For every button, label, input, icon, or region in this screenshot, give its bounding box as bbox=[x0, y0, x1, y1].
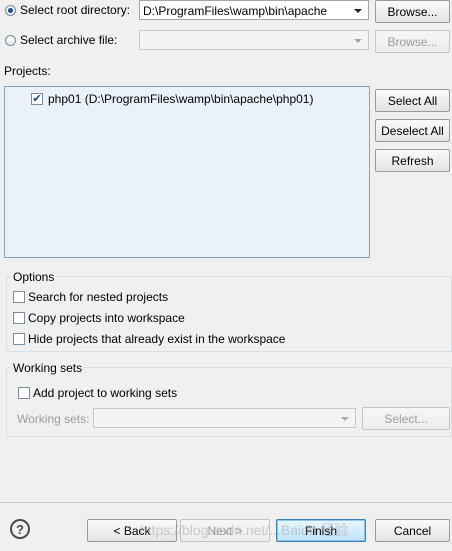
projects-label: Projects: bbox=[4, 64, 51, 78]
browse-archive-button[interactable]: Browse... bbox=[375, 30, 450, 53]
project-label: php01 (D:\ProgramFiles\wamp\bin\apache\p… bbox=[48, 92, 314, 106]
select-working-sets-button[interactable]: Select... bbox=[362, 407, 450, 430]
select-all-button[interactable]: Select All bbox=[375, 89, 450, 112]
list-item[interactable]: ✔ php01 (D:\ProgramFiles\wamp\bin\apache… bbox=[5, 90, 369, 108]
refresh-button[interactable]: Refresh bbox=[375, 149, 450, 172]
archive-file-radio[interactable] bbox=[5, 35, 16, 46]
cancel-button[interactable]: Cancel bbox=[375, 519, 450, 542]
footer-divider bbox=[0, 502, 452, 503]
archive-file-combo[interactable] bbox=[139, 30, 369, 50]
nested-projects-label: Search for nested projects bbox=[28, 290, 169, 304]
working-sets-title: Working sets bbox=[11, 361, 85, 375]
watermark: https://blog.csdn.net/...Baidu 经验 bbox=[140, 522, 349, 538]
root-directory-radio[interactable] bbox=[5, 5, 16, 16]
hide-existing-label: Hide projects that already exist in the … bbox=[28, 332, 286, 346]
chevron-down-icon bbox=[354, 39, 362, 43]
chevron-down-icon bbox=[354, 9, 362, 13]
chevron-down-icon bbox=[341, 417, 349, 421]
root-directory-value: D:\ProgramFiles\wamp\bin\apache bbox=[143, 4, 328, 18]
add-to-working-sets-label: Add project to working sets bbox=[33, 386, 178, 400]
copy-projects-checkbox[interactable] bbox=[13, 312, 25, 324]
deselect-all-button[interactable]: Deselect All bbox=[375, 119, 450, 142]
working-sets-label: Working sets: bbox=[17, 412, 90, 426]
help-icon[interactable]: ? bbox=[10, 519, 30, 539]
options-title: Options bbox=[11, 270, 57, 284]
projects-list[interactable]: ✔ php01 (D:\ProgramFiles\wamp\bin\apache… bbox=[4, 86, 370, 258]
hide-existing-checkbox[interactable] bbox=[13, 333, 25, 345]
add-to-working-sets-checkbox[interactable] bbox=[18, 387, 30, 399]
project-checkbox[interactable]: ✔ bbox=[31, 93, 43, 105]
working-sets-combo[interactable] bbox=[93, 408, 356, 428]
browse-root-button[interactable]: Browse... bbox=[375, 0, 450, 23]
root-directory-label: Select root directory: bbox=[20, 3, 131, 17]
nested-projects-checkbox[interactable] bbox=[13, 291, 25, 303]
copy-projects-label: Copy projects into workspace bbox=[28, 311, 185, 325]
root-directory-combo[interactable]: D:\ProgramFiles\wamp\bin\apache bbox=[139, 0, 369, 20]
archive-file-label: Select archive file: bbox=[20, 33, 118, 47]
